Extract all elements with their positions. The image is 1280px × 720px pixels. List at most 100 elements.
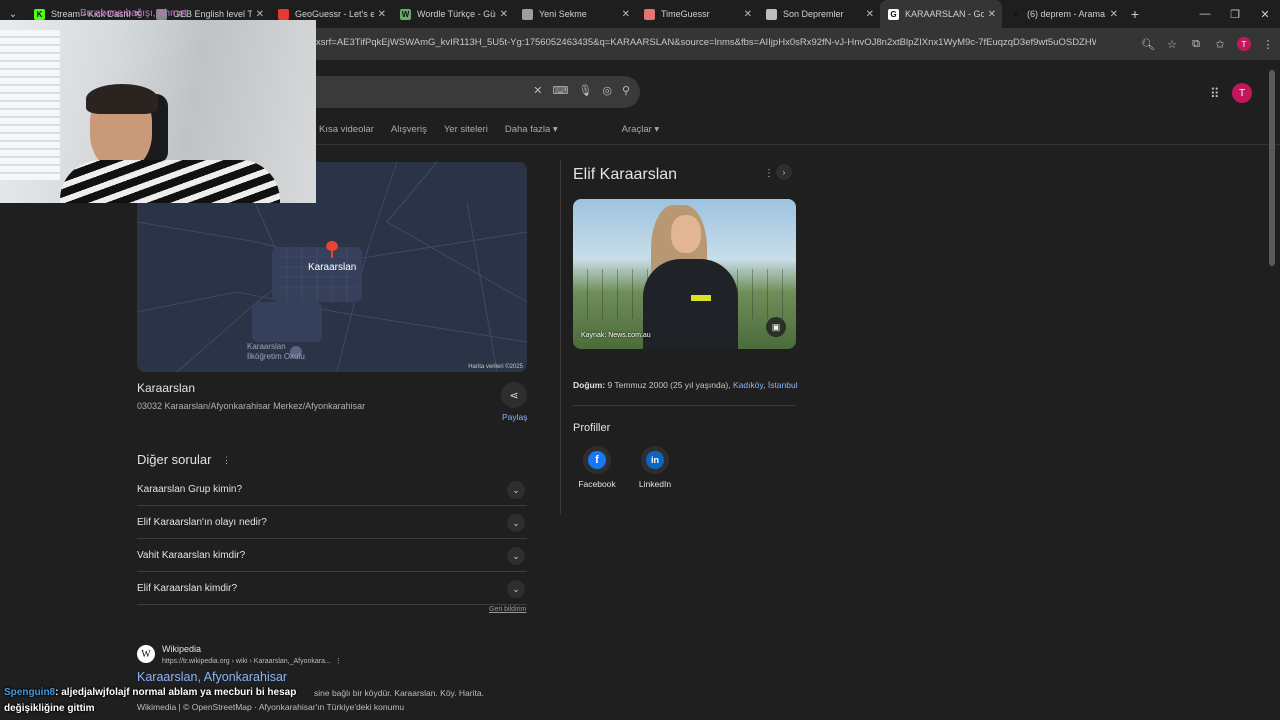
- tab-favicon-icon: K: [34, 8, 45, 20]
- restore-icon[interactable]: ❐: [1220, 0, 1250, 28]
- tab-favicon-icon: [766, 8, 777, 20]
- chat-username: Spenguin8: [4, 687, 56, 698]
- new-tab-button[interactable]: +: [1124, 6, 1146, 22]
- profile-facebook[interactable]: f Facebook: [572, 446, 622, 489]
- birth-place-link[interactable]: Kadıköy: [733, 380, 763, 390]
- linkedin-icon-wrap: in: [641, 446, 669, 474]
- photo-stripe: [691, 295, 711, 301]
- kp-divider: [573, 405, 796, 406]
- map-poi-label: Karaarslan İlköğretim Okulu: [247, 342, 305, 362]
- page-scrollbar[interactable]: [1268, 60, 1276, 720]
- tab-label: Yeni Sekme: [539, 9, 587, 19]
- tab-close-icon[interactable]: ✕: [622, 9, 630, 20]
- search-box[interactable]: ✕ ⌨ 🎙︎ ◎ ⚲: [300, 76, 640, 108]
- tab-label: TimeGuessr: [661, 9, 710, 19]
- feedback-link[interactable]: Geri bildirim: [489, 606, 526, 613]
- share-label[interactable]: Paylaş: [502, 412, 528, 422]
- panel-divider: [560, 160, 561, 515]
- browser-menu-icon[interactable]: ⋮: [1256, 34, 1280, 54]
- paa-more-icon[interactable]: ⋮: [222, 455, 231, 466]
- tab-short-videos[interactable]: Kısa videolar: [319, 124, 374, 135]
- close-window-icon[interactable]: ✕: [1250, 0, 1280, 28]
- profile-label: Facebook: [578, 479, 616, 489]
- tab-close-icon[interactable]: ✕: [866, 9, 874, 20]
- tab-close-icon[interactable]: ✕: [1110, 9, 1118, 20]
- apps-grid-icon[interactable]: ⠿: [1210, 86, 1220, 102]
- place-address: 03032 Karaarslan/Afyonkarahisar Merkez/A…: [137, 401, 366, 411]
- webcam-shirt: [60, 160, 280, 203]
- tab-places[interactable]: Yer siteleri: [444, 124, 488, 135]
- tab-label: KARAARSLAN - Goo: [905, 9, 984, 19]
- bookmarks-icon[interactable]: ✩: [1208, 34, 1232, 54]
- map-place-label: Karaarslan: [308, 262, 357, 273]
- browser-tab[interactable]: W Wordle Türkçe - Günl ✕: [392, 0, 514, 28]
- result-snippet: sine bağlı bir köydür. Karaarslan. Köy. …: [314, 688, 484, 698]
- browser-tab[interactable]: X (6) deprem - Arama / ✕: [1002, 0, 1124, 28]
- tab-close-icon[interactable]: ✕: [744, 9, 752, 20]
- birth-city-link[interactable]: İstanbul: [768, 380, 798, 390]
- tab-label: GeoGuessr - Let's exp: [295, 9, 374, 19]
- mic-icon[interactable]: 🎙︎: [578, 84, 592, 97]
- browser-tab[interactable]: Yeni Sekme ✕: [514, 0, 636, 28]
- poi-line-1: Karaarslan: [247, 342, 286, 351]
- result-more-icon[interactable]: ⋮: [335, 658, 342, 665]
- kp-birth-info: Doğum: 9 Temmuz 2000 (25 yıl yaşında), K…: [573, 380, 798, 390]
- kp-profiles-title: Profiller: [573, 422, 611, 434]
- result-title-link[interactable]: Karaarslan, Afyonkarahisar: [137, 670, 287, 684]
- place-title: Karaarslan: [137, 381, 196, 395]
- result-url[interactable]: https://tr.wikipedia.org › wiki › Karaar…: [162, 657, 342, 665]
- paa-question[interactable]: Elif Karaarslan kimdir? ⌄: [137, 572, 527, 605]
- bookmark-star-icon[interactable]: ☆: [1160, 34, 1184, 54]
- webcam-overlay: [0, 20, 316, 203]
- result-url-text: https://tr.wikipedia.org › wiki › Karaar…: [162, 658, 331, 665]
- paa-question[interactable]: Vahit Karaarslan kimdir? ⌄: [137, 539, 527, 572]
- birth-value: 9 Temmuz 2000 (25 yıl yaşında),: [605, 380, 733, 390]
- paa-question-text: Vahit Karaarslan kimdir?: [137, 549, 246, 561]
- url-field[interactable]: xsrf=AE3TifPqkEjWSWAmG_kvIR113H_5U5t-Yg:…: [316, 37, 1096, 48]
- lens-icon[interactable]: ◎: [602, 84, 612, 97]
- image-gallery-icon[interactable]: ▣: [766, 317, 786, 337]
- window-controls: — ❐ ✕: [1190, 0, 1280, 28]
- result-site-name[interactable]: Wikipedia: [162, 644, 201, 654]
- chevron-down-icon[interactable]: ⌄: [507, 580, 525, 598]
- tab-close-icon[interactable]: ✕: [988, 9, 996, 20]
- browser-tab[interactable]: G KARAARSLAN - Goo ✕: [880, 0, 1002, 28]
- tab-close-icon[interactable]: ✕: [500, 9, 508, 20]
- minimize-icon[interactable]: —: [1190, 0, 1220, 28]
- profile-avatar-small[interactable]: T: [1237, 37, 1251, 51]
- browser-tab[interactable]: Son Depremler ✕: [758, 0, 880, 28]
- paa-question-text: Elif Karaarslan'ın olayı nedir?: [137, 516, 267, 528]
- tab-more[interactable]: Daha fazla ▾: [505, 124, 558, 135]
- kp-photo[interactable]: Kaynak: News.com.au ▣: [573, 199, 796, 349]
- paa-question[interactable]: Elif Karaarslan'ın olayı nedir? ⌄: [137, 506, 527, 539]
- kp-title: Elif Karaarslan: [573, 166, 678, 183]
- wikipedia-icon: W: [137, 645, 155, 663]
- paa-question[interactable]: Karaarslan Grup kimin? ⌄: [137, 473, 527, 506]
- tab-close-icon[interactable]: ✕: [378, 9, 386, 20]
- search-box-icons: ✕ ⌨ 🎙︎ ◎ ⚲: [533, 84, 630, 97]
- chevron-down-icon[interactable]: ⌄: [507, 481, 525, 499]
- zoom-icon[interactable]: 🔍︎: [1136, 34, 1160, 54]
- profile-linkedin[interactable]: in LinkedIn: [630, 446, 680, 489]
- kp-next-icon[interactable]: ›: [776, 164, 792, 180]
- kp-more-icon[interactable]: ⋮: [764, 168, 774, 179]
- extensions-icon[interactable]: ⧉: [1184, 34, 1208, 54]
- tab-close-icon[interactable]: ✕: [256, 9, 264, 20]
- photo-body: [643, 259, 738, 349]
- share-icon[interactable]: ⋖: [501, 382, 527, 408]
- keyboard-icon[interactable]: ⌨: [552, 84, 568, 97]
- clear-icon[interactable]: ✕: [533, 84, 542, 97]
- browser-tab[interactable]: TimeGuessr ✕: [636, 0, 758, 28]
- account-avatar[interactable]: T: [1232, 83, 1252, 103]
- chevron-down-icon[interactable]: ⌄: [507, 514, 525, 532]
- paa-title: Diğer sorular: [137, 452, 212, 467]
- tab-shopping[interactable]: Alışveriş: [391, 124, 427, 135]
- search-icon[interactable]: ⚲: [622, 84, 630, 97]
- chevron-down-icon[interactable]: ⌄: [507, 547, 525, 565]
- tools-button[interactable]: Araçlar ▾: [622, 124, 660, 135]
- tab-label: (6) deprem - Arama /: [1027, 9, 1106, 19]
- tab-label: Wordle Türkçe - Günl: [417, 9, 496, 19]
- tab-favicon-icon: [522, 8, 533, 20]
- facebook-icon: f: [588, 451, 606, 469]
- scrollbar-thumb[interactable]: [1269, 70, 1275, 266]
